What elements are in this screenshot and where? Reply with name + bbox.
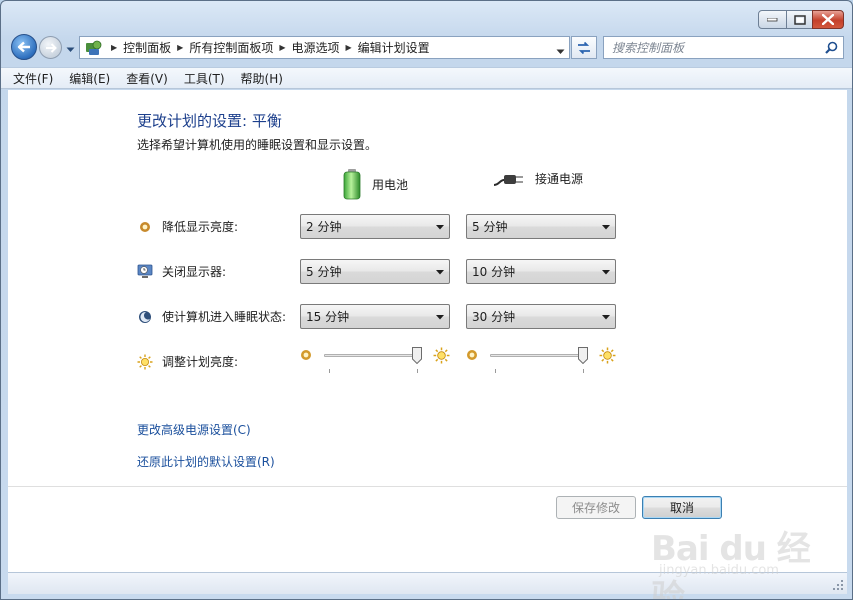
brightness-icon (137, 354, 153, 370)
dim-display-plugged-value: 5 分钟 (472, 220, 508, 234)
slider-track[interactable] (490, 354, 584, 357)
plugged-in-label: 接通电源 (535, 171, 584, 186)
minimize-button[interactable] (758, 10, 787, 29)
forward-button[interactable] (39, 36, 62, 59)
slider-thumb[interactable] (578, 347, 589, 364)
menu-file[interactable]: 文件(F) (13, 70, 53, 87)
slider-tick (329, 369, 330, 373)
close-icon (822, 14, 834, 25)
advanced-power-settings-link[interactable]: 更改高级电源设置(C) (137, 421, 251, 438)
page-subtitle: 选择希望计算机使用的睡眠设置和显示设置。 (137, 138, 378, 152)
restore-defaults-link[interactable]: 还原此计划的默认设置(R) (137, 453, 275, 470)
turn-off-display-plugged-select[interactable]: 10 分钟 (466, 259, 616, 284)
refresh-icon (578, 41, 590, 54)
search-icon[interactable] (825, 41, 838, 57)
turn-off-display-label: 关闭显示器: (162, 265, 227, 279)
menu-edit[interactable]: 编辑(E) (69, 70, 110, 87)
breadcrumb-edit-plan[interactable]: 编辑计划设置 (358, 39, 430, 56)
setting-turn-off-display: 关闭显示器: (137, 263, 226, 280)
turn-off-display-plugged-value: 10 分钟 (472, 265, 516, 279)
dim-display-label: 降低显示亮度: (162, 220, 239, 234)
back-button[interactable] (11, 34, 37, 60)
sleep-plugged-select[interactable]: 30 分钟 (466, 304, 616, 329)
chevron-down-icon (602, 225, 610, 230)
menu-tools[interactable]: 工具(T) (184, 70, 225, 87)
sleep-battery-select[interactable]: 15 分钟 (300, 304, 450, 329)
brightness-high-icon (599, 347, 616, 364)
chevron-down-icon (602, 270, 610, 275)
close-button[interactable] (812, 10, 844, 29)
maximize-button[interactable] (786, 10, 813, 29)
dim-display-plugged-select[interactable]: 5 分钟 (466, 214, 616, 239)
dim-display-icon (137, 219, 153, 235)
slider-thumb[interactable] (412, 347, 423, 364)
menu-help[interactable]: 帮助(H) (241, 70, 283, 87)
breadcrumb-separator[interactable]: ▶ (346, 43, 352, 52)
chevron-down-icon (556, 49, 565, 54)
recent-pages-dropdown[interactable] (66, 42, 75, 56)
brightness-battery-slider[interactable] (300, 347, 450, 377)
brightness-plugged-slider[interactable] (466, 347, 616, 377)
main-content: 更改计划的设置: 平衡 选择希望计算机使用的睡眠设置和显示设置。 用电池 接通电… (8, 90, 847, 572)
menu-view[interactable]: 查看(V) (126, 70, 168, 87)
battery-label: 用电池 (372, 177, 409, 192)
page-title: 更改计划的设置: 平衡 (137, 112, 282, 130)
setting-brightness: 调整计划亮度: (137, 353, 238, 370)
forward-arrow-icon (45, 42, 57, 53)
breadcrumb-separator[interactable]: ▶ (111, 43, 117, 52)
brightness-high-icon (433, 347, 450, 364)
navigation-bar: ▶ 控制面板 ▶ 所有控制面板项 ▶ 电源选项 ▶ 编辑计划设置 (1, 31, 852, 63)
breadcrumb-all-items[interactable]: 所有控制面板项 (189, 39, 273, 56)
slider-tick (583, 369, 584, 373)
back-arrow-icon (17, 41, 30, 53)
sleep-label: 使计算机进入睡眠状态: (162, 310, 287, 324)
control-panel-icon (83, 39, 105, 57)
sleep-icon (137, 309, 153, 325)
refresh-button[interactable] (571, 36, 597, 59)
breadcrumb-separator[interactable]: ▶ (177, 43, 183, 52)
battery-icon (343, 169, 361, 200)
power-options-window: ▶ 控制面板 ▶ 所有控制面板项 ▶ 电源选项 ▶ 编辑计划设置 文件(F) 编… (0, 0, 853, 600)
slider-track[interactable] (324, 354, 418, 357)
slider-tick (495, 369, 496, 373)
maximize-icon (793, 14, 806, 25)
column-header-battery: 用电池 (342, 168, 408, 200)
setting-sleep: 使计算机进入睡眠状态: (137, 308, 286, 325)
address-bar[interactable]: ▶ 控制面板 ▶ 所有控制面板项 ▶ 电源选项 ▶ 编辑计划设置 (79, 36, 570, 59)
status-bar (8, 572, 847, 594)
chevron-down-icon (436, 270, 444, 275)
caption-buttons (758, 10, 844, 29)
dim-display-battery-select[interactable]: 2 分钟 (300, 214, 450, 239)
breadcrumb-control-panel[interactable]: 控制面板 (123, 39, 171, 56)
brightness-low-icon (301, 350, 311, 360)
breadcrumb-separator[interactable]: ▶ (279, 43, 285, 52)
divider (8, 486, 847, 487)
column-header-plugged-in: 接通电源 (493, 168, 583, 188)
resize-grip-icon[interactable] (833, 580, 844, 591)
cancel-button[interactable]: 取消 (642, 496, 722, 519)
address-dropdown[interactable] (556, 44, 565, 58)
chevron-down-icon (602, 315, 610, 320)
turn-off-display-battery-select[interactable]: 5 分钟 (300, 259, 450, 284)
chevron-down-icon (436, 315, 444, 320)
save-changes-button[interactable]: 保存修改 (556, 496, 636, 519)
dim-display-battery-value: 2 分钟 (306, 220, 342, 234)
display-off-icon (137, 264, 153, 280)
sleep-plugged-value: 30 分钟 (472, 310, 516, 324)
turn-off-display-battery-value: 5 分钟 (306, 265, 342, 279)
sleep-battery-value: 15 分钟 (306, 310, 350, 324)
chevron-down-icon (436, 225, 444, 230)
setting-dim-display: 降低显示亮度: (137, 218, 238, 235)
brightness-label: 调整计划亮度: (162, 355, 239, 369)
breadcrumb-power-options[interactable]: 电源选项 (292, 39, 340, 56)
chevron-down-icon (66, 47, 75, 52)
menu-bar: 文件(F) 编辑(E) 查看(V) 工具(T) 帮助(H) (1, 67, 852, 89)
slider-tick (417, 369, 418, 373)
power-plug-icon (493, 175, 523, 186)
search-input[interactable] (612, 40, 817, 55)
search-box[interactable] (603, 36, 844, 59)
minimize-icon (767, 17, 778, 21)
brightness-low-icon (467, 350, 477, 360)
